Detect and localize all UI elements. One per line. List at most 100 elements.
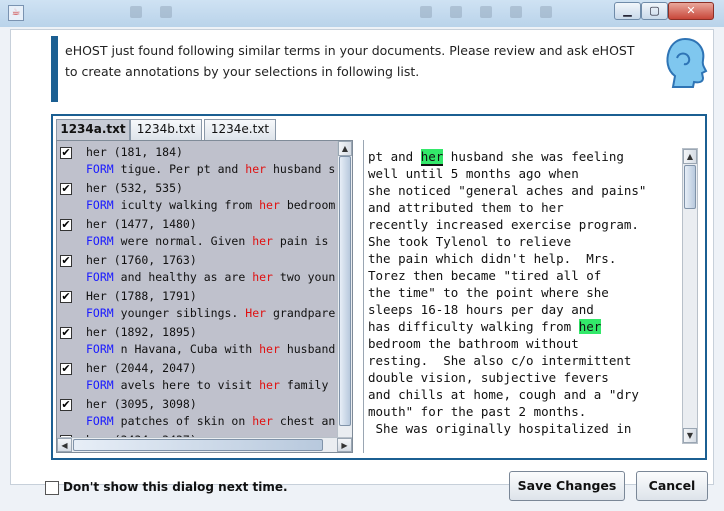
- tab-1234a[interactable]: 1234a.txt: [56, 119, 130, 140]
- term-list: ✔ her (181, 184) FORM tigue. Per pt and he…: [57, 141, 337, 437]
- term-checkbox[interactable]: ✔: [60, 399, 72, 411]
- dont-show-label: Don't show this dialog next time.: [63, 480, 288, 494]
- document-line: and attributed them to her: [368, 199, 678, 216]
- term-context: FORM n Havana, Cuba with her husband: [86, 342, 335, 356]
- term-list-item[interactable]: ✔ her (2044, 2047) FORM avels here to visi…: [57, 359, 337, 395]
- maximize-button[interactable]: ▢: [641, 2, 668, 20]
- term-checkbox[interactable]: ✔: [60, 147, 72, 159]
- line-text: has difficulty walking from: [368, 319, 579, 334]
- context-match: her: [245, 162, 267, 176]
- context-match: her: [252, 234, 273, 248]
- term-label: her (532, 535): [86, 181, 183, 195]
- line-text: mouth" for the past 2 months.: [368, 404, 587, 419]
- save-changes-button[interactable]: Save Changes: [509, 471, 625, 501]
- term-label: her (1760, 1763): [86, 253, 197, 267]
- term-context: FORM tigue. Per pt and her husband s: [86, 162, 335, 176]
- term-list-item[interactable]: ✔ her (1760, 1763) FORM and healthy as are…: [57, 251, 337, 287]
- document-line: resting. She also c/o intermittent: [368, 352, 678, 369]
- term-label: her (3095, 3098): [86, 397, 197, 411]
- term-list-item[interactable]: ✔ her (181, 184) FORM tigue. Per pt and he…: [57, 143, 337, 179]
- term-list-item[interactable]: ✔ her (532, 535) FORM iculty walking from …: [57, 179, 337, 215]
- scroll-up-button[interactable]: ▲: [338, 141, 352, 156]
- minimize-button[interactable]: ▁: [614, 2, 641, 20]
- close-window-button[interactable]: ✕: [668, 2, 714, 20]
- line-text: sleeps 16-18 hours per day and: [368, 302, 594, 317]
- document-line: sleeps 16-18 hours per day and: [368, 301, 678, 318]
- line-text: pt and: [368, 149, 421, 164]
- document-line: bedroom the bathroom without: [368, 335, 678, 352]
- term-checkbox[interactable]: ✔: [60, 291, 72, 303]
- content-area: eHOST just found following similar terms…: [10, 29, 714, 485]
- document-line: recently increased exercise program.: [368, 216, 678, 233]
- dont-show-checkbox[interactable]: Don't show this dialog next time.: [45, 480, 288, 495]
- form-tag: FORM: [86, 162, 114, 176]
- term-checkbox[interactable]: ✔: [60, 219, 72, 231]
- context-after: grandpare: [266, 306, 336, 320]
- scroll-thumb[interactable]: [339, 156, 351, 426]
- form-tag: FORM: [86, 270, 114, 284]
- context-after: family: [279, 378, 329, 392]
- term-list-hscrollbar[interactable]: ◀ ▶: [57, 437, 352, 452]
- term-checkbox[interactable]: ✔: [60, 363, 72, 375]
- term-list-item[interactable]: ✔ her (1892, 1895) FORM n Havana, Cuba wit…: [57, 323, 337, 359]
- term-list-pane: ✔ her (181, 184) FORM tigue. Per pt and he…: [56, 140, 353, 453]
- document-line: pt and her husband she was feeling: [368, 148, 678, 166]
- doc-scroll-down-button[interactable]: ▼: [683, 428, 697, 443]
- tab-1234b[interactable]: 1234b.txt: [130, 119, 202, 140]
- term-context: FORM younger siblings. Her grandpare: [86, 306, 335, 320]
- term-list-item[interactable]: ✔ her (1477, 1480) FORM were normal. Given…: [57, 215, 337, 251]
- term-context: FORM avels here to visit her family: [86, 378, 328, 392]
- line-text: recently increased exercise program.: [368, 217, 639, 232]
- context-before: were normal. Given: [120, 234, 253, 248]
- highlighted-match[interactable]: her: [578, 319, 602, 334]
- term-list-item[interactable]: ✔ her (3095, 3098) FORM patches of skin on…: [57, 395, 337, 431]
- line-text: and chills at home, cough and a "dry: [368, 387, 639, 402]
- line-text: she noticed "general aches and pains": [368, 183, 647, 198]
- term-list-item[interactable]: ✔ Her (1788, 1791) FORM younger siblings. …: [57, 287, 337, 323]
- context-before: tigue. Per pt and: [120, 162, 246, 176]
- term-list-vscrollbar[interactable]: ▲: [337, 141, 352, 437]
- document-text[interactable]: pt and her husband she was feeling well u…: [368, 148, 678, 438]
- background-window-ghost: [120, 4, 590, 22]
- document-line: Torez then became "tired all of: [368, 267, 678, 284]
- context-before: and healthy as are: [120, 270, 253, 284]
- term-context: FORM iculty walking from her bedroom: [86, 198, 335, 212]
- doc-scroll-up-button[interactable]: ▲: [683, 149, 697, 164]
- tab-1234e[interactable]: 1234e.txt: [204, 119, 276, 140]
- term-checkbox[interactable]: ✔: [60, 327, 72, 339]
- context-match: her: [259, 198, 280, 212]
- java-cup-icon: ☕: [8, 5, 24, 21]
- checkbox-box[interactable]: [45, 480, 59, 495]
- term-label: her (2044, 2047): [86, 361, 197, 375]
- form-tag: FORM: [86, 342, 114, 356]
- scroll-right-button[interactable]: ▶: [337, 438, 352, 452]
- document-vscrollbar[interactable]: ▲ ▼: [682, 148, 698, 444]
- term-label: her (1892, 1895): [86, 325, 197, 339]
- term-label: her (181, 184): [86, 145, 183, 159]
- line-text: double vision, subjective fevers: [368, 370, 609, 385]
- form-tag: FORM: [86, 198, 114, 212]
- highlighted-match[interactable]: her: [420, 149, 444, 166]
- context-match: Her: [245, 306, 267, 320]
- form-tag: FORM: [86, 306, 114, 320]
- line-text: bedroom the bathroom without: [368, 336, 579, 351]
- term-checkbox[interactable]: ✔: [60, 255, 72, 267]
- context-match: her: [259, 342, 280, 356]
- scroll-left-button[interactable]: ◀: [57, 438, 72, 452]
- doc-scroll-thumb[interactable]: [684, 165, 696, 209]
- context-before: younger siblings.: [120, 306, 246, 320]
- line-text-after: husband she was feeling: [443, 149, 624, 164]
- context-match: her: [252, 414, 273, 428]
- term-checkbox[interactable]: ✔: [60, 183, 72, 195]
- context-after: bedroom: [279, 198, 336, 212]
- hscroll-thumb[interactable]: [73, 439, 323, 451]
- term-label: Her (1788, 1791): [86, 289, 197, 303]
- cancel-button[interactable]: Cancel: [636, 471, 708, 501]
- title-bar: ☕ ▁ ▢ ✕: [0, 0, 724, 28]
- document-line: well until 5 months ago when: [368, 165, 678, 182]
- document-line: the pain which didn't help. Mrs.: [368, 250, 678, 267]
